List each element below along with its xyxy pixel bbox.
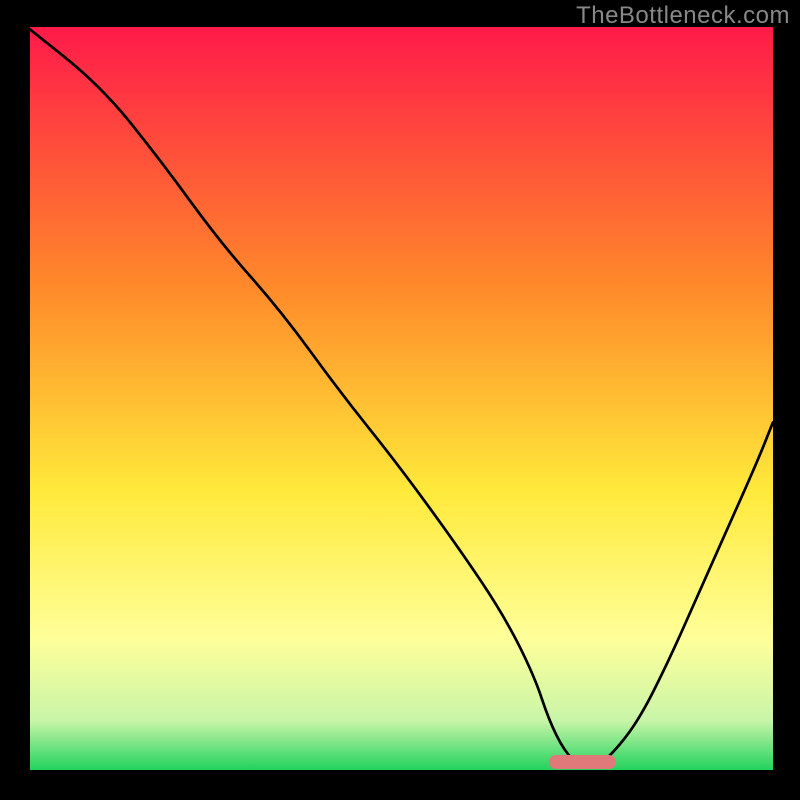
plot-area	[27, 27, 773, 773]
page-root: TheBottleneck.com	[0, 0, 800, 800]
optimal-marker	[549, 755, 616, 769]
watermark-text: TheBottleneck.com	[576, 2, 790, 30]
curve-line	[27, 27, 773, 766]
chart-line-layer	[27, 27, 773, 773]
